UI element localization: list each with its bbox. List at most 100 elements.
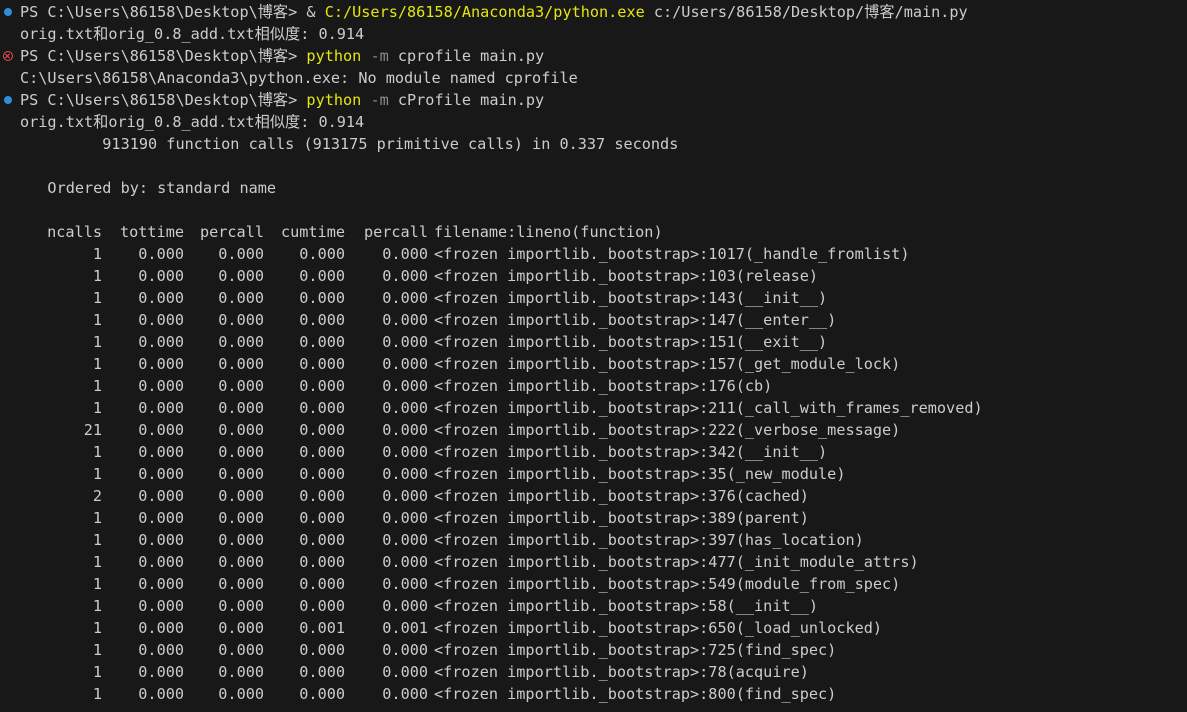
command-token: c:/Users/86158/Desktop/博客/main.py bbox=[644, 3, 968, 21]
profile-header-cell: ncalls bbox=[47, 223, 102, 241]
profile-cell: 1 bbox=[92, 685, 102, 703]
command-token: C:/Users/86158/Anaconda3/python.exe bbox=[324, 3, 645, 21]
profile-cell: 0.000 bbox=[138, 311, 184, 329]
profile-cell: 0.000 bbox=[138, 553, 184, 571]
profile-header-cell: percall bbox=[199, 223, 264, 241]
profile-cell: 0.000 bbox=[382, 553, 428, 571]
profile-cell: 0.000 bbox=[138, 663, 184, 681]
profile-cell: 0.000 bbox=[218, 267, 264, 285]
profile-cell: <frozen importlib._bootstrap>:397(has_lo… bbox=[434, 531, 864, 549]
profile-cell: 0.000 bbox=[218, 399, 264, 417]
profile-cell: 0.000 bbox=[218, 487, 264, 505]
profile-cell: 0.000 bbox=[138, 399, 184, 417]
profile-row: 21 0.000 0.000 0.000 0.000 <frozen importlib.… bbox=[0, 419, 1187, 441]
profile-cell: 0.000 bbox=[382, 311, 428, 329]
profile-cell: 1 bbox=[92, 465, 102, 483]
profile-cell: <frozen importlib._bootstrap>:549(module… bbox=[434, 575, 901, 593]
profile-cell: 0.001 bbox=[299, 619, 345, 637]
profile-row: 1 0.000 0.000 0.000 0.000 <frozen importlib._… bbox=[0, 683, 1187, 705]
profile-row: 1 0.000 0.000 0.000 0.000 <frozen importlib._… bbox=[0, 441, 1187, 463]
profile-cell: 1 bbox=[92, 443, 102, 461]
profile-cell: 0.000 bbox=[382, 575, 428, 593]
profile-cell: 0.000 bbox=[218, 465, 264, 483]
profile-cell: 0.000 bbox=[299, 377, 345, 395]
profile-cell: 1 bbox=[92, 553, 102, 571]
profile-cell: 0.000 bbox=[382, 399, 428, 417]
profile-cell: <frozen importlib._bootstrap>:211(_call_… bbox=[434, 399, 983, 417]
output-line: Ordered by: standard name bbox=[20, 179, 277, 197]
profile-cell: 2 bbox=[92, 487, 102, 505]
command-token: -m bbox=[361, 47, 389, 65]
profile-cell: 0.000 bbox=[299, 355, 345, 373]
profile-cell: 0.000 bbox=[138, 619, 184, 637]
profile-cell: 0.000 bbox=[218, 663, 264, 681]
terminal-panel[interactable]: PS C:\Users\86158\Desktop\博客> & C:/Users… bbox=[0, 0, 1187, 712]
profile-cell: 0.000 bbox=[218, 597, 264, 615]
profile-cell: <frozen importlib._bootstrap>:103(releas… bbox=[434, 267, 819, 285]
profile-cell: 0.000 bbox=[218, 311, 264, 329]
prompt: PS C:\Users\86158\Desktop\博客> bbox=[20, 91, 298, 109]
profile-cell: <frozen importlib._bootstrap>:157(_get_m… bbox=[434, 355, 901, 373]
profile-cell: 0.000 bbox=[138, 245, 184, 263]
profile-row: 1 0.000 0.000 0.000 0.000 <frozen importlib._… bbox=[0, 375, 1187, 397]
profile-cell: 1 bbox=[92, 597, 102, 615]
profile-cell: 0.000 bbox=[218, 685, 264, 703]
profile-cell: 0.000 bbox=[138, 267, 184, 285]
profile-cell: 0.000 bbox=[382, 333, 428, 351]
profile-cell: 0.000 bbox=[382, 663, 428, 681]
profile-row: 1 0.000 0.000 0.000 0.000 <frozen importlib._… bbox=[0, 243, 1187, 265]
profile-cell: <frozen importlib._bootstrap>:222(_verbo… bbox=[434, 421, 901, 439]
profile-cell: 0.000 bbox=[138, 531, 184, 549]
profile-row: 1 0.000 0.000 0.000 0.000 <frozen importlib._… bbox=[0, 573, 1187, 595]
profile-cell: 1 bbox=[92, 575, 102, 593]
profile-row: 1 0.000 0.000 0.000 0.000 <frozen importlib._… bbox=[0, 309, 1187, 331]
profile-header-cell: tottime bbox=[119, 223, 184, 241]
profile-cell: 0.000 bbox=[382, 597, 428, 615]
profile-header-cell: percall bbox=[363, 223, 428, 241]
profile-cell: 1 bbox=[92, 289, 102, 307]
profile-cell: 0.000 bbox=[218, 531, 264, 549]
profile-cell: 0.000 bbox=[382, 245, 428, 263]
command-token: & bbox=[297, 3, 325, 21]
profile-cell: <frozen importlib._bootstrap>:151(__exit… bbox=[434, 333, 828, 351]
profile-cell: 0.000 bbox=[138, 641, 184, 659]
command-error-icon[interactable] bbox=[3, 51, 13, 61]
profile-row: 1 0.000 0.000 0.000 0.000 <frozen importlib._… bbox=[0, 639, 1187, 661]
profile-cell: 0.000 bbox=[138, 443, 184, 461]
profile-cell: 0.000 bbox=[382, 267, 428, 285]
profile-cell: 1 bbox=[92, 245, 102, 263]
profile-row: 1 0.000 0.000 0.000 0.000 <frozen importlib._… bbox=[0, 661, 1187, 683]
profile-cell: 0.000 bbox=[138, 289, 184, 307]
profile-cell: 0.000 bbox=[138, 355, 184, 373]
command-token: -m bbox=[361, 91, 389, 109]
profile-cell: 0.000 bbox=[218, 289, 264, 307]
profile-cell: 1 bbox=[92, 663, 102, 681]
command-token: python bbox=[306, 47, 362, 65]
profile-cell: 0.000 bbox=[138, 597, 184, 615]
profile-cell: 0.000 bbox=[299, 421, 345, 439]
profile-row: 1 0.000 0.000 0.000 0.000 <frozen importlib._… bbox=[0, 507, 1187, 529]
profile-cell: 1 bbox=[92, 509, 102, 527]
command-success-icon[interactable] bbox=[4, 96, 12, 104]
profile-cell: 0.000 bbox=[218, 619, 264, 637]
profile-row: 1 0.000 0.000 0.000 0.000 <frozen importlib._… bbox=[0, 463, 1187, 485]
command-line: PS C:\Users\86158\Desktop\博客> python -m … bbox=[0, 45, 1187, 67]
profile-cell: 0.000 bbox=[299, 509, 345, 527]
profile-cell: 1 bbox=[92, 355, 102, 373]
profile-cell: 0.000 bbox=[299, 267, 345, 285]
profile-cell: 0.000 bbox=[382, 289, 428, 307]
profile-cell: 0.000 bbox=[218, 553, 264, 571]
profile-cell: 0.000 bbox=[382, 465, 428, 483]
profile-cell: 0.000 bbox=[299, 597, 345, 615]
profile-cell: 1 bbox=[92, 399, 102, 417]
profile-cell: 1 bbox=[92, 531, 102, 549]
profile-cell: 0.000 bbox=[299, 289, 345, 307]
profile-cell: <frozen importlib._bootstrap>:800(find_s… bbox=[434, 685, 837, 703]
profile-cell: 1 bbox=[92, 311, 102, 329]
profile-header-cell: filename:lineno(function) bbox=[434, 223, 663, 241]
profile-cell: 1 bbox=[92, 267, 102, 285]
profile-cell: 0.000 bbox=[218, 443, 264, 461]
command-success-icon[interactable] bbox=[4, 8, 12, 16]
profile-cell: 0.000 bbox=[299, 531, 345, 549]
profile-cell: 0.000 bbox=[218, 377, 264, 395]
